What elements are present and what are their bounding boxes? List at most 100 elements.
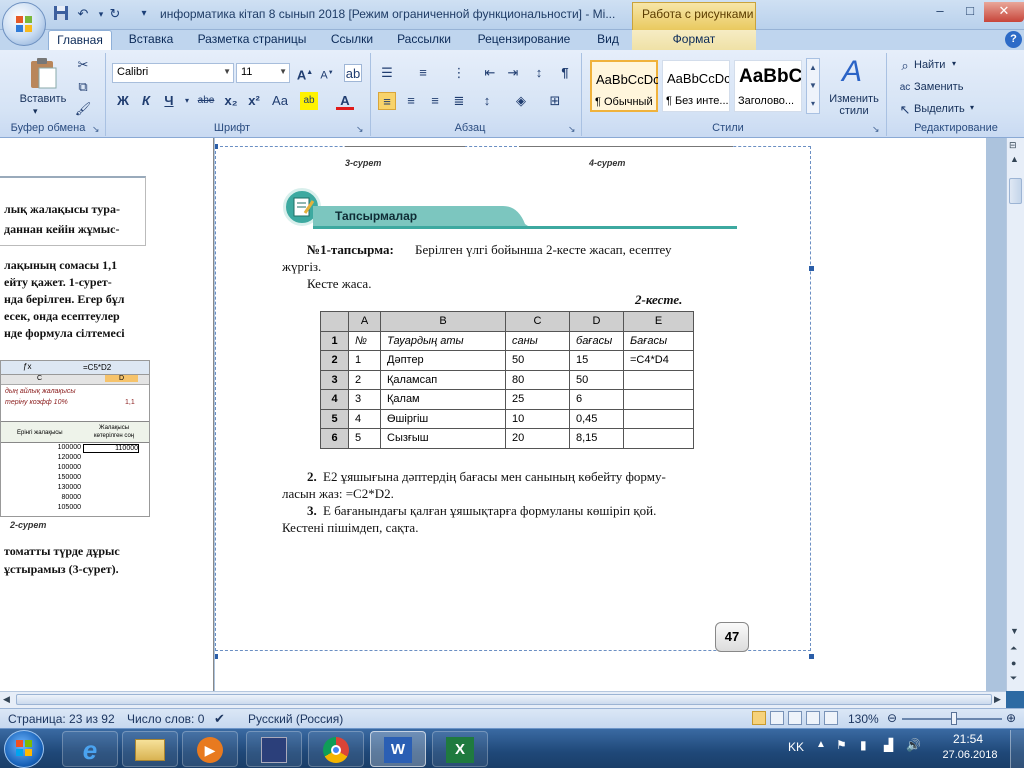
scroll-thumb[interactable] [1009,178,1022,204]
line-spacing-icon[interactable]: ↕ [478,92,496,110]
change-case-button[interactable]: Aa [268,92,292,110]
maximize-button[interactable]: □ [955,2,985,22]
word-icon[interactable]: W [370,731,426,767]
numbering-icon[interactable]: ≡ [414,64,432,82]
select-dropdown-icon[interactable]: ▾ [970,103,974,112]
styles-scroll[interactable]: ▲ ▼ ▾ [806,58,820,114]
draft-icon[interactable] [824,711,838,725]
clipboard-launcher-icon[interactable]: ↘ [92,124,100,135]
zoom-slider-thumb[interactable] [951,712,957,725]
web-layout-icon[interactable] [788,711,802,725]
italic-button[interactable]: К [137,92,155,110]
font-size-combo[interactable]: 11 ▼ [236,63,290,83]
find-button[interactable]: Найти [914,59,945,71]
ie-icon[interactable]: e [62,731,118,767]
zoom-out-icon[interactable]: ⊖ [887,711,897,725]
font-color-icon[interactable]: A [336,92,354,110]
style-no-spacing[interactable]: AaBbCcDc ¶ Без инте... [662,60,730,112]
scroll-up-icon[interactable]: ▲ [1010,154,1019,164]
replace-button[interactable]: Заменить [914,81,963,93]
shrink-font-icon[interactable]: A▼ [318,64,336,82]
tab-view[interactable]: Вид [588,30,628,50]
clear-format-icon[interactable]: ab [344,64,362,82]
document-area[interactable]: лық жалақысы тура- даннан кейін жұмыс- л… [0,138,1006,691]
zoom-in-icon[interactable]: ⊕ [1006,711,1016,725]
resize-handle[interactable] [809,266,814,271]
keyboard-language[interactable]: KK [788,740,804,754]
vertical-scrollbar[interactable]: ⊟ ▲ ▼ ⏶ ● ⏷ [1006,138,1024,691]
show-hidden-icons[interactable]: ▲ [816,739,826,750]
tab-references[interactable]: Ссылки [324,30,380,50]
word-count[interactable]: Число слов: 0 [127,712,204,726]
clock-date[interactable]: 27.06.2018 [940,749,1000,761]
bold-button[interactable]: Ж [114,92,132,110]
tab-insert[interactable]: Вставка [120,30,182,50]
scroll-left-icon[interactable]: ◀ [3,694,10,705]
shading-icon[interactable]: ◈ [512,92,530,110]
style-normal[interactable]: AaBbCcDc ¶ Обычный [590,60,658,112]
justify-icon[interactable]: ≣ [450,92,468,110]
tab-page-layout[interactable]: Разметка страницы [190,30,314,50]
font-launcher-icon[interactable]: ↘ [356,124,364,135]
show-desktop-button[interactable] [1010,730,1024,768]
print-layout-icon[interactable] [752,711,766,725]
excel-icon[interactable]: X [432,731,488,767]
media-player-icon[interactable]: ▶ [182,731,238,767]
resize-handle[interactable] [809,654,814,659]
tab-format[interactable]: Формат [632,30,756,50]
tab-mailings[interactable]: Рассылки [390,30,458,50]
save-drive-icon[interactable] [246,731,302,767]
align-right-icon[interactable]: ≡ [426,92,444,110]
start-orb[interactable] [4,730,44,768]
zoom-level[interactable]: 130% [848,712,879,726]
underline-button[interactable]: Ч [160,92,178,110]
h-scroll-thumb[interactable] [16,694,992,705]
network-icon[interactable]: ▟ [884,738,893,752]
chrome-icon[interactable] [308,731,364,767]
replace-icon[interactable]: ac [896,79,914,97]
find-dropdown-icon[interactable]: ▾ [952,59,956,68]
sort-icon[interactable]: ↕ [530,64,548,82]
ruler-toggle-icon[interactable]: ⊟ [1009,140,1017,151]
save-icon[interactable] [52,5,70,23]
undo-icon[interactable]: ↶ [74,5,92,23]
subscript-button[interactable]: x₂ [222,92,240,110]
highlight-icon[interactable]: ab [300,92,318,110]
multilevel-list-icon[interactable]: ⋮ [450,64,468,82]
office-button[interactable] [2,2,46,46]
grow-font-icon[interactable]: A▲ [296,64,314,82]
customize-quick-access-icon[interactable]: ▾ [135,5,153,23]
cut-icon[interactable]: ✂ [74,56,92,74]
strikethrough-button[interactable]: abe [194,92,218,110]
align-left-icon[interactable]: ≡ [378,92,396,110]
clock-time[interactable]: 21:54 [948,732,988,746]
help-icon[interactable]: ? [1005,31,1022,48]
next-page-icon[interactable]: ⏷ [1010,673,1017,684]
bullets-icon[interactable]: ☰ [378,64,396,82]
style-heading[interactable]: AaBbC Заголово... [734,60,802,112]
increase-indent-icon[interactable]: ⇥ [504,64,522,82]
tab-home[interactable]: Главная [48,30,112,50]
show-marks-icon[interactable]: ¶ [556,64,574,82]
redo-icon[interactable]: ↻ [106,5,124,23]
spellcheck-icon[interactable]: ✔ [214,711,225,727]
superscript-button[interactable]: x² [245,92,263,110]
scroll-down-icon[interactable]: ▼ [1010,626,1019,636]
select-button[interactable]: Выделить [914,103,965,115]
align-center-icon[interactable]: ≡ [402,92,420,110]
browse-object-icon[interactable]: ● [1011,658,1016,668]
select-icon[interactable]: ↖ [896,101,914,119]
paste-icon[interactable] [26,56,60,90]
paste-button[interactable]: Вставить [10,93,76,105]
font-name-combo[interactable]: Calibri ▼ [112,63,234,83]
explorer-icon[interactable] [122,731,178,767]
copy-icon[interactable]: ⧉ [74,78,92,96]
close-button[interactable]: ✕ [984,2,1024,22]
tab-review[interactable]: Рецензирование [468,30,580,50]
horizontal-scrollbar[interactable]: ◀ ▶ [0,691,1006,708]
styles-launcher-icon[interactable]: ↘ [872,124,880,135]
scroll-right-icon[interactable]: ▶ [994,694,1001,705]
language-indicator[interactable]: Русский (Россия) [248,712,343,726]
paste-dropdown-icon[interactable]: ▾ [33,106,38,117]
paragraph-launcher-icon[interactable]: ↘ [568,124,576,135]
